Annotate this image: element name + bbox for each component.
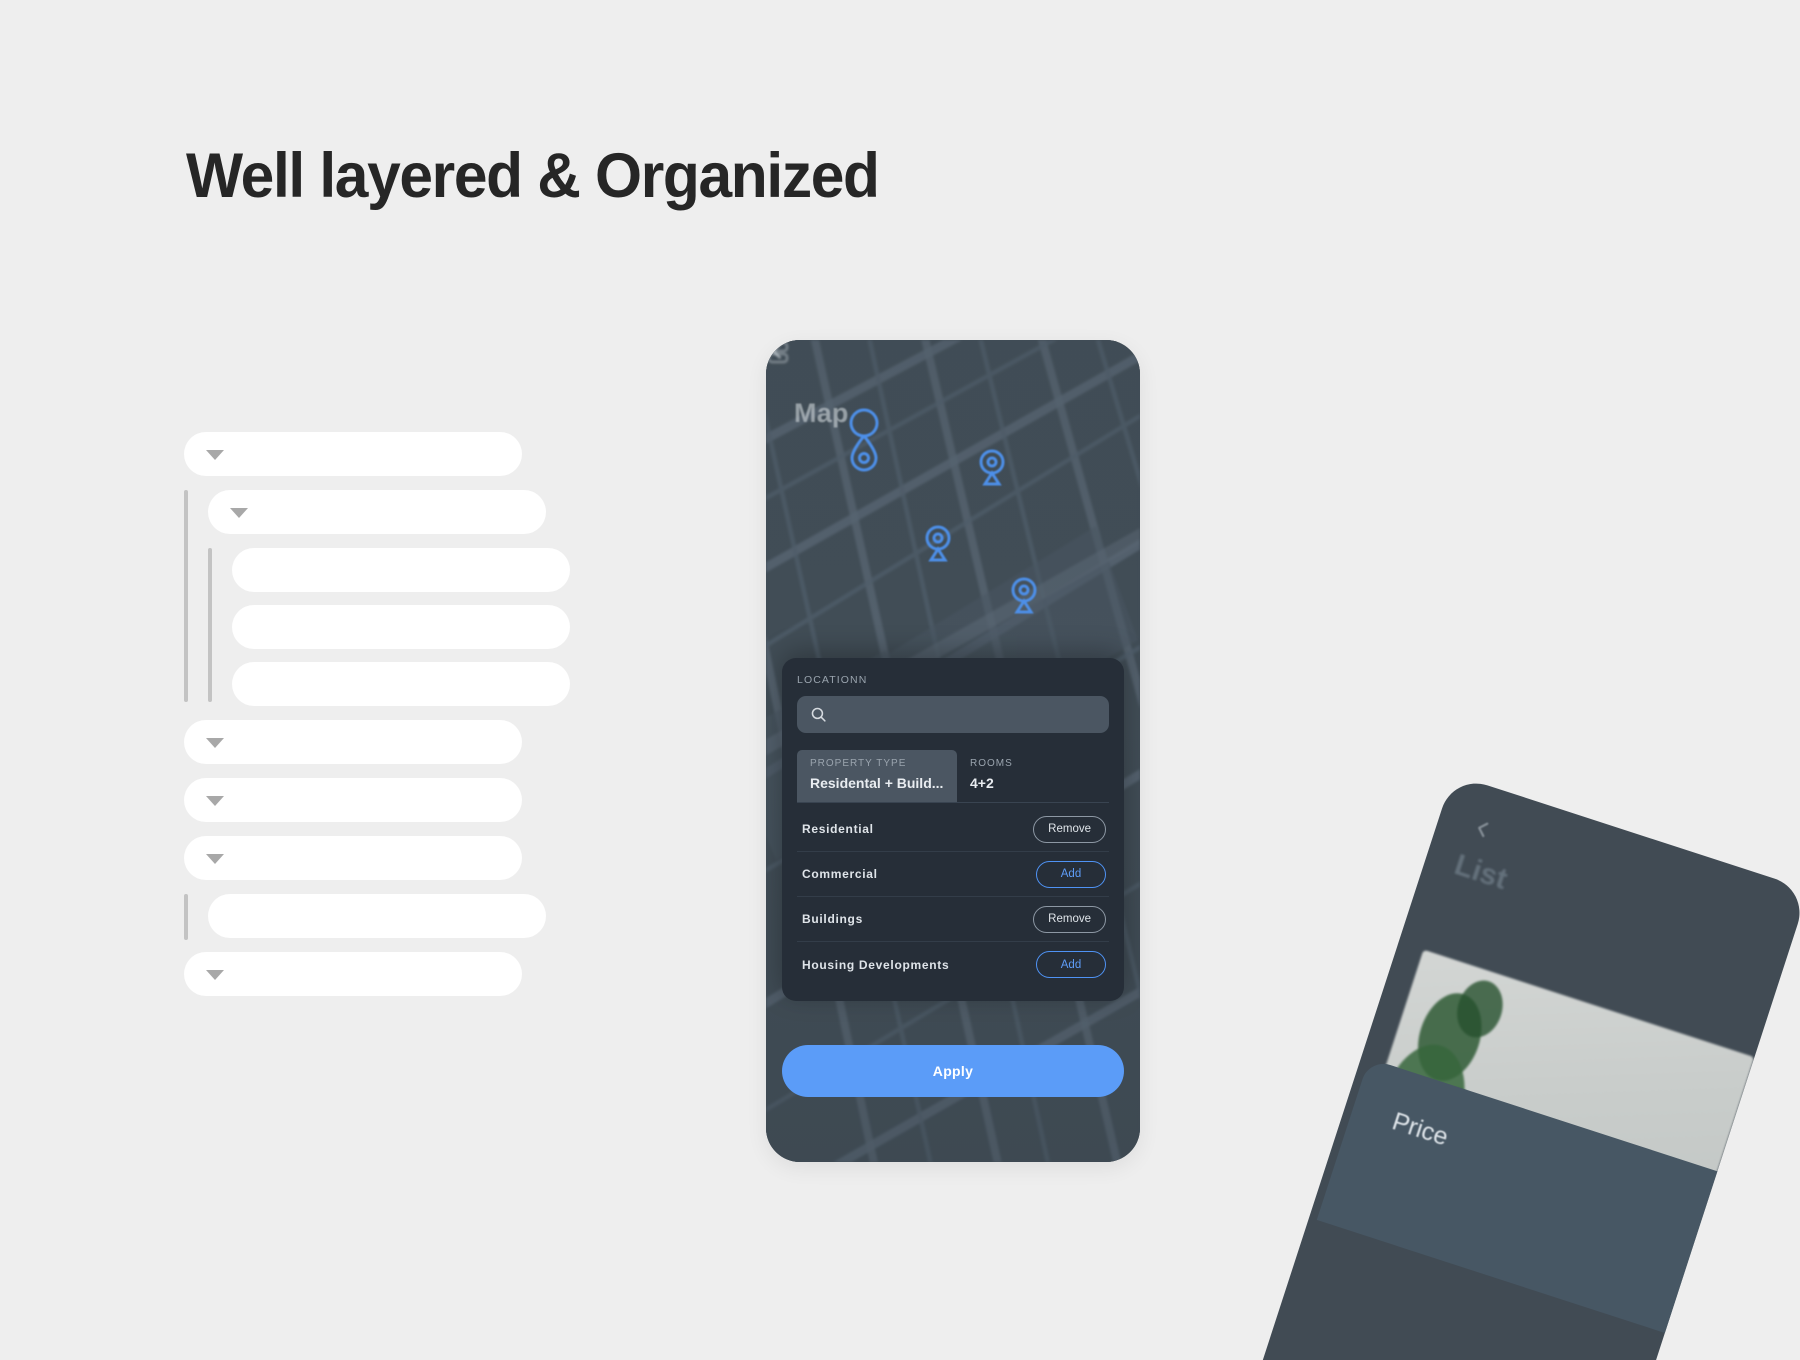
option-label: Buildings (802, 912, 863, 926)
layer-row[interactable] (184, 836, 522, 880)
layer-row[interactable] (184, 952, 522, 996)
layer-row[interactable] (184, 778, 522, 822)
chevron-down-icon[interactable] (206, 970, 224, 980)
list-screen-title: List (1450, 848, 1512, 897)
add-commercial-button[interactable]: Add (1036, 860, 1106, 888)
option-label: Residential (802, 822, 874, 836)
layer-row[interactable] (232, 662, 570, 706)
map-nav-bar: Map (766, 340, 1140, 490)
list-item: Housing Developments Add (797, 942, 1109, 987)
layer-row[interactable] (208, 894, 546, 938)
tab-property-type-label: PROPERTY TYPE (810, 758, 907, 769)
chevron-left-icon[interactable] (1469, 815, 1497, 843)
location-search-box[interactable] (797, 696, 1109, 733)
chevron-down-icon[interactable] (206, 796, 224, 806)
layer-row[interactable] (184, 720, 522, 764)
layer-row[interactable] (232, 605, 570, 649)
layer-row[interactable] (208, 490, 546, 534)
chevron-down-icon[interactable] (206, 854, 224, 864)
property-type-options: Residential Remove Commercial Add Buildi… (797, 807, 1109, 987)
price-label: Price (1388, 1107, 1452, 1152)
page-title: Well layered & Organized (186, 141, 880, 211)
tab-property-type-value: Residental + Build... (810, 775, 944, 791)
layer-row[interactable] (232, 548, 570, 592)
filter-sheet: LOCATIONN PROPERTY TYPE Residental + Bui… (782, 658, 1124, 1001)
tab-property-type[interactable]: PROPERTY TYPE Residental + Build... (797, 750, 957, 802)
chevron-down-icon[interactable] (230, 508, 248, 518)
list-item: Residential Remove (797, 807, 1109, 852)
layer-guide-line (184, 490, 188, 702)
layer-row[interactable] (184, 432, 522, 476)
tab-rooms-value: 4+2 (970, 775, 994, 791)
list-item: Buildings Remove (797, 897, 1109, 942)
location-search-input[interactable] (836, 707, 1096, 722)
filter-tabs: PROPERTY TYPE Residental + Build... ROOM… (797, 750, 1109, 803)
option-label: Housing Developments (802, 957, 950, 972)
layer-guide-line (184, 894, 188, 940)
layer-list-panel (184, 432, 654, 1072)
map-screen-title: Map (794, 398, 849, 428)
location-label: LOCATIONN (797, 674, 868, 686)
canvas: Well layered & Organized Map LOCATIONN P… (0, 0, 1800, 1360)
remove-buildings-button[interactable]: Remove (1033, 905, 1106, 933)
tab-rooms[interactable]: ROOMS 4+2 (957, 750, 1109, 802)
remove-residential-button[interactable]: Remove (1033, 815, 1106, 843)
add-housing-developments-button[interactable]: Add (1036, 951, 1106, 978)
chevron-down-icon[interactable] (206, 450, 224, 460)
tab-rooms-label: ROOMS (970, 758, 1013, 769)
option-label: Commercial (802, 867, 878, 881)
layer-guide-line (208, 548, 212, 702)
chevron-down-icon[interactable] (206, 738, 224, 748)
phone-mockup-list: List Price (1205, 774, 1800, 1360)
phone-mockup-map: Map LOCATIONN PROPERTY TYPE Residental +… (766, 340, 1140, 1162)
list-item: Commercial Add (797, 852, 1109, 897)
search-icon (811, 707, 826, 722)
apply-button[interactable]: Apply (782, 1045, 1124, 1097)
layers-stack-icon[interactable] (766, 340, 790, 366)
